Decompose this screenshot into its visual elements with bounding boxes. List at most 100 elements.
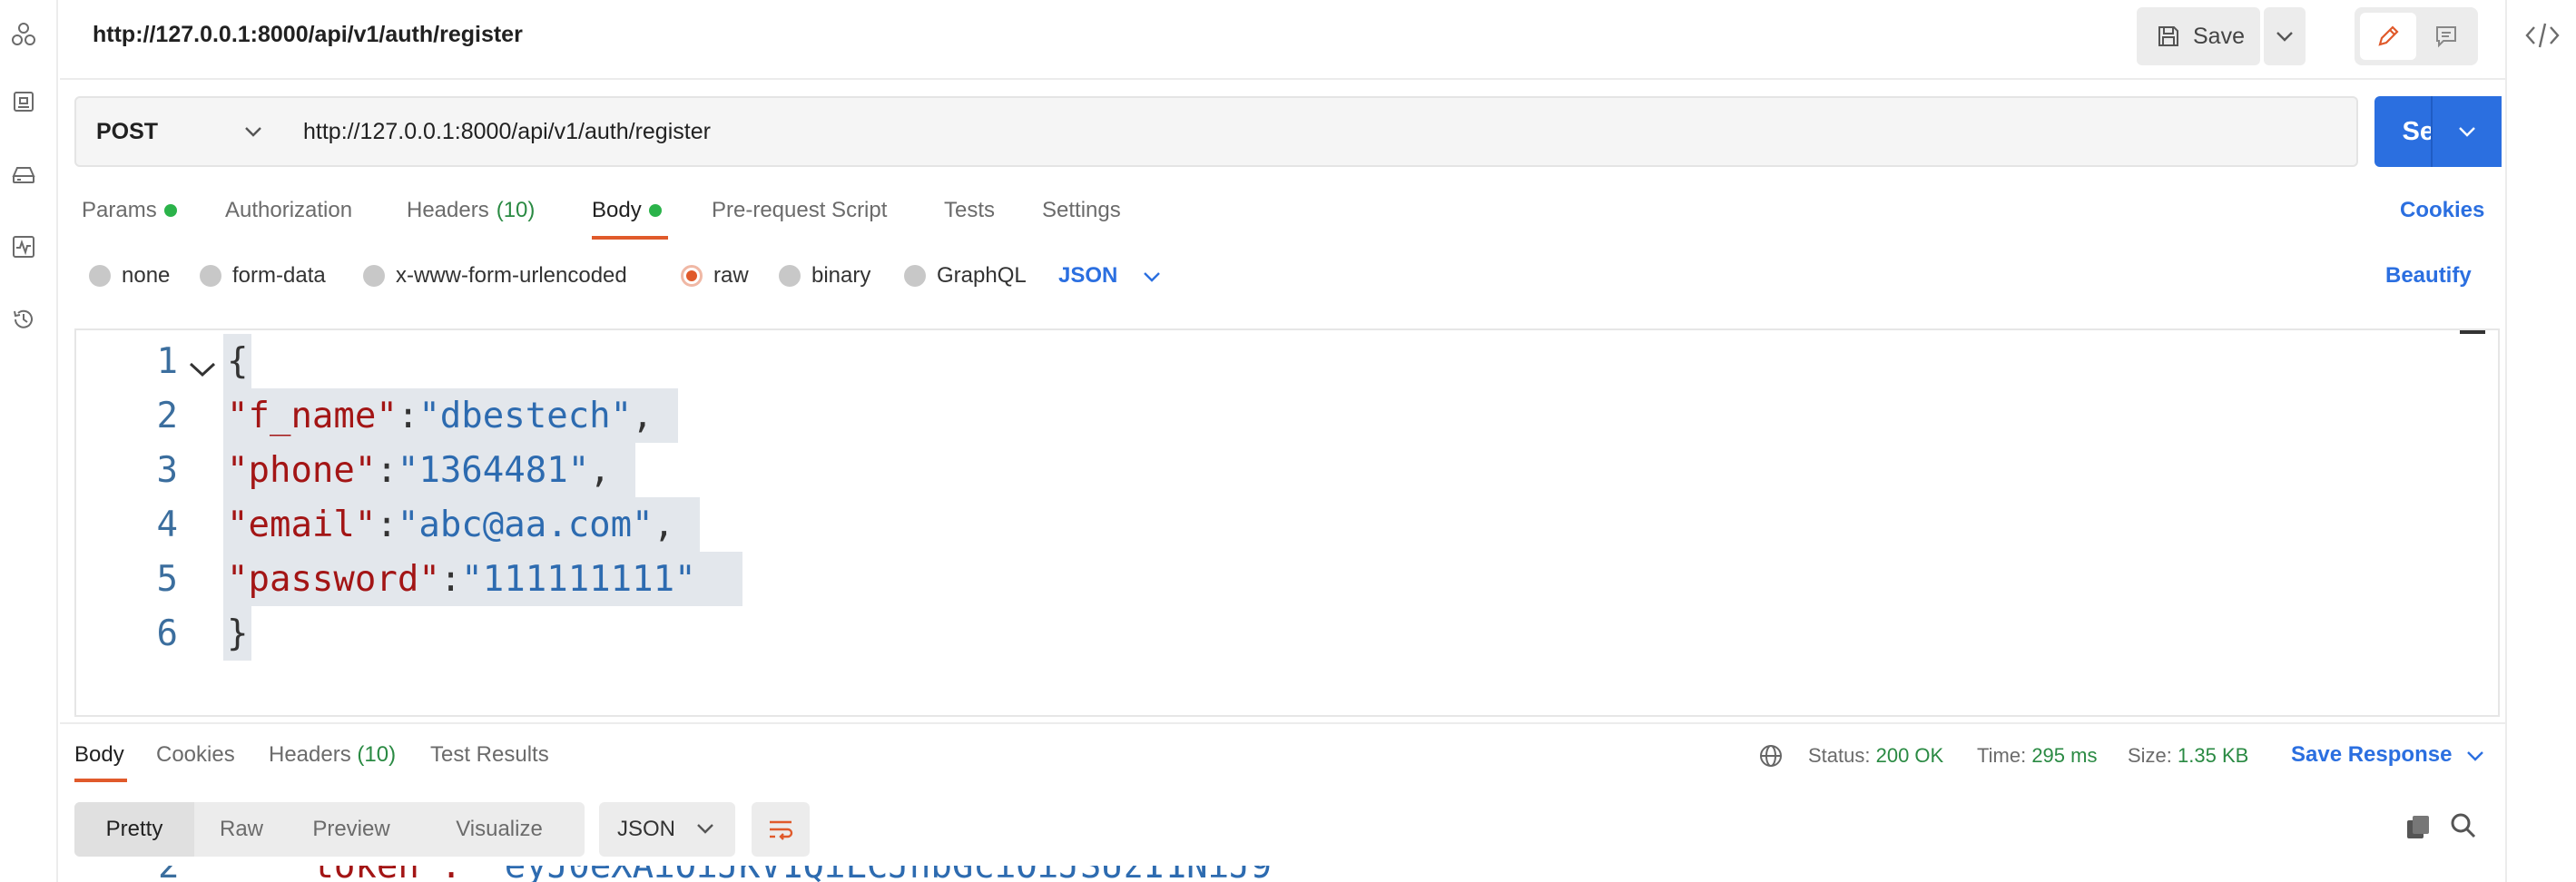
status-value: 200 OK — [1875, 744, 1944, 767]
chevron-down-icon — [2276, 32, 2293, 42]
tab-pre-request-script[interactable]: Pre-request Script — [712, 198, 887, 223]
radio-graphql[interactable] — [904, 265, 926, 287]
code-snippet-icon[interactable] — [2525, 20, 2560, 51]
view-visualize[interactable]: Visualize — [414, 802, 585, 857]
editor-line: 2 "f_name": "dbestech", — [76, 388, 679, 443]
chevron-down-icon[interactable] — [1142, 270, 1162, 288]
tab-settings[interactable]: Settings — [1042, 198, 1121, 223]
response-body-viewer[interactable]: 2 "token": "eyJ0eXAiOiJKV1QiLCJhbGciOiJS… — [60, 866, 2505, 882]
body-type-none[interactable]: none — [89, 263, 170, 289]
tab-authorization[interactable]: Authorization — [225, 198, 352, 223]
wrap-lines-button[interactable] — [752, 802, 810, 857]
edit-mode-button[interactable] — [2360, 13, 2416, 60]
fold-chevron-icon[interactable] — [187, 348, 223, 377]
editor-line: 3 "phone": "1364481", — [76, 443, 636, 497]
fold-gutter — [187, 620, 223, 647]
editor-line: 5 "password": "111111111" — [76, 552, 742, 606]
size-value: 1.35 KB — [2178, 744, 2249, 767]
fold-gutter — [187, 402, 223, 429]
beautify-button[interactable]: Beautify — [2385, 263, 2472, 289]
response-size: Size: 1.35 KB — [2128, 744, 2248, 768]
body-type-binary[interactable]: binary — [779, 263, 870, 289]
apis-icon[interactable] — [9, 20, 38, 49]
radio-graphql-label: GraphQL — [937, 263, 1027, 288]
response-status: Status: 200 OK — [1808, 744, 1943, 768]
response-tab-cookies[interactable]: Cookies — [156, 742, 235, 768]
radio-form-data-label: form-data — [232, 263, 326, 288]
radio-raw[interactable] — [681, 265, 703, 287]
raw-format-select[interactable]: JSON — [1058, 263, 1117, 289]
response-headers-count: (10) — [357, 742, 397, 767]
code-text: "phone": "1364481", — [223, 443, 636, 497]
tab-params-label: Params — [82, 198, 157, 222]
response-tab-test-results[interactable]: Test Results — [430, 742, 549, 768]
response-divider[interactable] — [60, 722, 2505, 724]
cookies-link[interactable]: Cookies — [2400, 198, 2484, 223]
mode-toggle — [2355, 7, 2478, 65]
tab-headers-label: Headers — [407, 198, 489, 222]
request-workspace: http://127.0.0.1:8000/api/v1/auth/regist… — [60, 0, 2505, 882]
editor-scrollbar[interactable] — [2460, 330, 2485, 334]
radio-binary[interactable] — [779, 265, 801, 287]
code-text: "email": "abc@aa.com", — [223, 497, 700, 552]
mock-servers-icon[interactable] — [9, 87, 38, 116]
send-options-button[interactable] — [2431, 96, 2502, 167]
chevron-down-icon[interactable] — [2465, 750, 2485, 767]
save-response-button[interactable]: Save Response — [2291, 742, 2452, 768]
headers-count: (10) — [496, 198, 536, 222]
request-title[interactable]: http://127.0.0.1:8000/api/v1/auth/regist… — [93, 22, 523, 48]
response-tab-headers[interactable]: Headers (10) — [269, 742, 396, 768]
url-input[interactable] — [283, 96, 2358, 167]
history-icon[interactable] — [9, 305, 38, 334]
search-icon[interactable] — [2449, 811, 2478, 840]
body-type-raw[interactable]: raw — [681, 263, 749, 289]
line-number: 2 — [156, 395, 178, 436]
tab-headers[interactable]: Headers (10) — [407, 198, 535, 223]
editor-line: 6 } — [76, 606, 252, 661]
radio-urlencoded-label: x-www-form-urlencoded — [396, 263, 627, 288]
method-value: POST — [96, 118, 159, 144]
code-text: { — [223, 334, 252, 388]
radio-none[interactable] — [89, 265, 111, 287]
pencil-icon — [2378, 25, 2399, 46]
view-preview[interactable]: Preview — [289, 802, 414, 857]
radio-urlencoded[interactable] — [363, 265, 385, 287]
code-text: "f_name": "dbestech", — [223, 388, 679, 443]
tab-pre-request-label: Pre-request Script — [712, 198, 888, 222]
response-tab-body[interactable]: Body — [74, 742, 124, 768]
line-number: 3 — [156, 449, 178, 491]
editor-line: 4 "email": "abc@aa.com", — [76, 497, 700, 552]
body-indicator-dot — [648, 204, 662, 217]
comments-button[interactable] — [2420, 13, 2473, 60]
response-key: "token": — [291, 866, 462, 882]
tab-params[interactable]: Params — [82, 198, 177, 223]
time-label: Time: — [1977, 744, 2027, 767]
monitors-server-icon[interactable] — [9, 160, 38, 189]
view-pretty[interactable]: Pretty — [74, 802, 194, 857]
line-number: 1 — [156, 340, 178, 382]
body-editor[interactable]: 1 { 2 "f_name": "dbestech", 3 "phone": "13… — [74, 328, 2500, 717]
tab-body[interactable]: Body — [592, 198, 662, 223]
body-type-form-data[interactable]: form-data — [200, 263, 326, 289]
save-options-button[interactable] — [2264, 7, 2306, 65]
radio-form-data[interactable] — [200, 265, 221, 287]
tab-tests[interactable]: Tests — [944, 198, 995, 223]
line-number: 5 — [156, 558, 178, 600]
response-time: Time: 295 ms — [1977, 744, 2097, 768]
response-view-toggle: Pretty Raw Preview Visualize — [74, 802, 585, 857]
code-text: "password": "111111111" — [223, 552, 742, 606]
chevron-down-icon — [2459, 127, 2475, 137]
activity-icon[interactable] — [9, 232, 38, 261]
body-type-urlencoded[interactable]: x-www-form-urlencoded — [363, 263, 627, 289]
method-chevron-icon — [243, 125, 263, 142]
body-type-graphql[interactable]: GraphQL — [904, 263, 1027, 289]
radio-none-label: none — [122, 263, 171, 288]
view-raw[interactable]: Raw — [194, 802, 289, 857]
fold-gutter — [187, 565, 223, 593]
copy-icon[interactable] — [2404, 813, 2433, 842]
response-format-value: JSON — [617, 817, 676, 841]
globe-icon[interactable] — [1757, 742, 1785, 769]
fold-gutter — [187, 511, 223, 538]
save-label: Save — [2193, 23, 2245, 49]
save-button[interactable]: Save — [2137, 7, 2260, 65]
